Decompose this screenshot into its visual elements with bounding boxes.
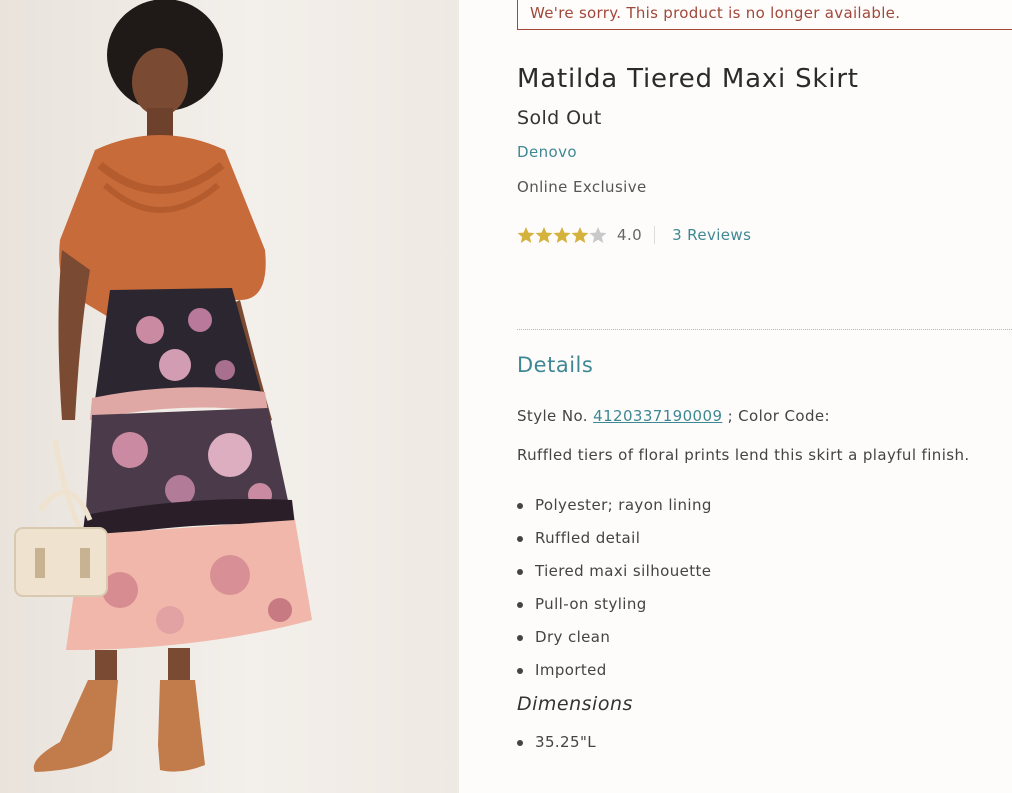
product-description: Ruffled tiers of floral prints lend this… [517,446,970,464]
model-photo-illustration [14,0,312,772]
product-image[interactable] [0,0,459,793]
list-item: Tiered maxi silhouette [517,555,712,588]
list-item: Imported [517,654,712,687]
star-rating [517,226,607,244]
product-title: Matilda Tiered Maxi Skirt [517,64,859,94]
star-filled-icon [553,227,571,243]
list-item: Dry clean [517,621,712,654]
style-info: Style No. 4120337190009 ; Color Code: [517,407,830,425]
details-heading[interactable]: Details [517,353,593,377]
star-filled-icon [535,227,553,243]
list-item: Polyester; rayon lining [517,489,712,522]
unavailable-alert: We're sorry. This product is no longer a… [517,0,1012,30]
dimensions-heading: Dimensions [517,693,633,715]
feature-list: Polyester; rayon lining Ruffled detail T… [517,489,712,687]
star-filled-icon [571,227,589,243]
reviews-link[interactable]: 3 Reviews [672,226,751,244]
online-exclusive-label: Online Exclusive [517,178,647,196]
color-code-label: ; Color Code: [727,407,830,425]
dimensions-list: 35.25"L [517,726,596,759]
brand-link[interactable]: Denovo [517,143,577,161]
style-number-link[interactable]: 4120337190009 [593,407,722,425]
star-filled-icon [517,227,535,243]
style-number-label: Style No. [517,407,588,425]
rating-summary[interactable]: 4.0 3 Reviews [517,226,751,244]
product-panel: We're sorry. This product is no longer a… [459,0,1012,793]
list-item: Pull-on styling [517,588,712,621]
availability-status: Sold Out [517,107,602,129]
star-empty-icon [589,227,607,243]
rating-value: 4.0 [617,226,643,244]
section-divider [517,329,1012,330]
list-item: 35.25"L [517,726,596,759]
rating-divider [654,226,656,244]
list-item: Ruffled detail [517,522,712,555]
